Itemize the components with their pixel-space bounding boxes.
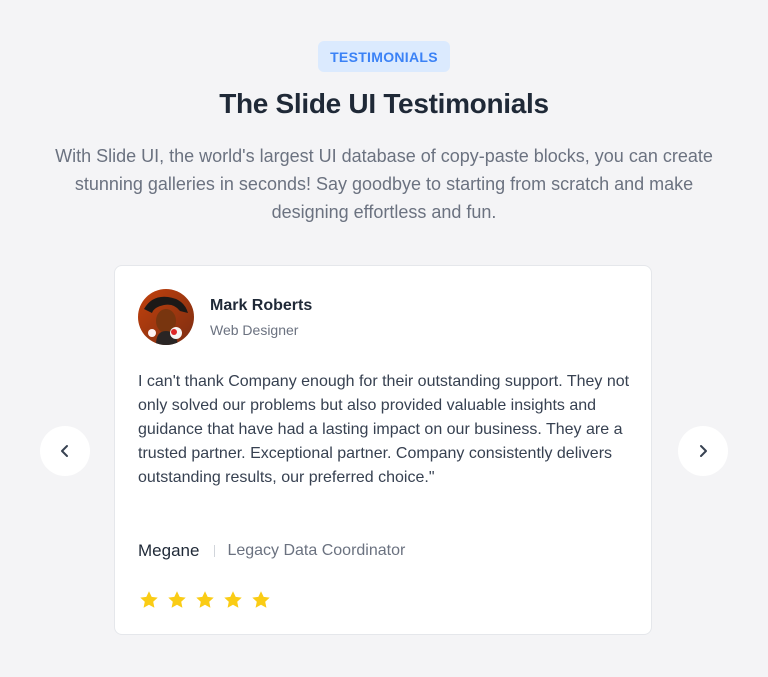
testimonial-quote: I can't thank Company enough for their o… — [138, 373, 630, 486]
star-icon — [224, 591, 242, 608]
star-icon — [252, 591, 270, 608]
rating-stars — [138, 589, 278, 611]
testimonial-card: Mark Roberts Web Designer I can't thank … — [114, 265, 652, 635]
reference-title: Legacy Data Coordinator — [227, 542, 406, 559]
reference-name: Megane — [138, 541, 200, 560]
section-badge: TESTIMONIALS — [318, 41, 450, 72]
section-title: The Slide UI Testimonials — [219, 88, 549, 119]
reference-row: Megane Legacy Data Coordinator — [138, 541, 405, 561]
avatar — [138, 289, 194, 345]
next-slide-button[interactable] — [678, 426, 728, 476]
star-icon — [140, 591, 158, 608]
chevron-left-icon — [61, 445, 68, 457]
star-icon — [168, 591, 186, 608]
author-name: Mark Roberts — [210, 297, 313, 314]
testimonials-section: TESTIMONIALS The Slide UI Testimonials W… — [0, 0, 768, 677]
previous-slide-button[interactable] — [40, 426, 90, 476]
star-icon — [196, 591, 214, 608]
reference-divider — [214, 545, 216, 557]
author-role: Web Designer — [210, 322, 299, 338]
section-subtitle: With Slide UI, the world's largest UI da… — [55, 146, 713, 222]
badge-wrapper: TESTIMONIALS — [0, 41, 768, 72]
chevron-right-icon — [700, 445, 707, 457]
